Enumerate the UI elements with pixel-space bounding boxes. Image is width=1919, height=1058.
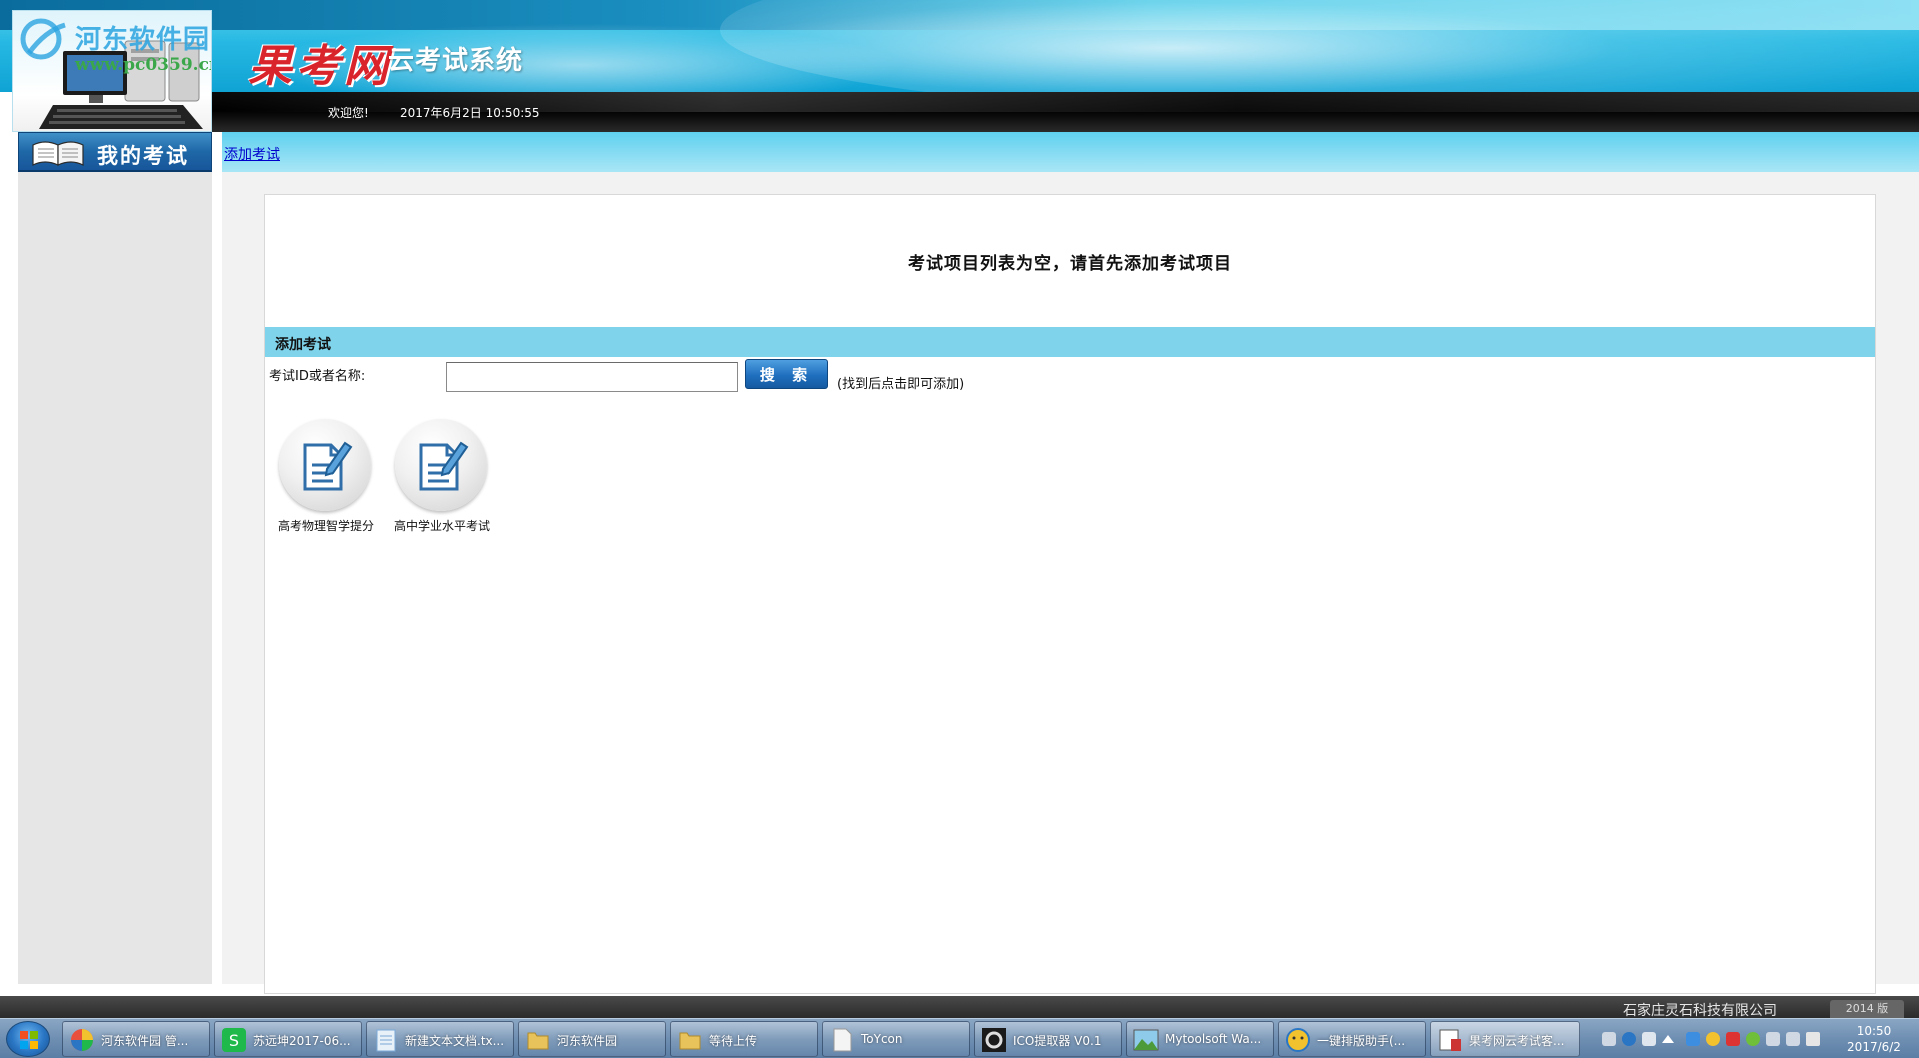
windows-logo-icon [20, 1031, 38, 1049]
taskbar-item[interactable]: ToYcon [822, 1021, 970, 1057]
network-icon[interactable] [1766, 1032, 1780, 1046]
help-icon[interactable] [1622, 1032, 1636, 1046]
content-panel: 考试项目列表为空，请首先添加考试项目 添加考试 考试ID或者名称: 搜 索 (找… [264, 194, 1876, 994]
taskbar-item[interactable]: 一键排版助手(... [1278, 1021, 1426, 1057]
watermark-url: www.pc0359.cn [75, 55, 212, 75]
color-wheel-icon [71, 1029, 93, 1051]
watermark-logo-icon [20, 18, 66, 60]
taskbar-item[interactable]: S 苏远坤2017-06... [214, 1021, 362, 1057]
brand-logo: 果考网 [248, 41, 392, 92]
taskbar-item[interactable]: 新建文本文档.tx... [366, 1021, 514, 1057]
document-edit-icon [303, 441, 353, 491]
monitor-icon[interactable] [1786, 1032, 1800, 1046]
header-computer-panel: 河东软件园 www.pc0359.cn [12, 10, 212, 132]
taskbar-item[interactable]: 河东软件园 管... [62, 1021, 210, 1057]
taskbar: 河东软件园 管... S 苏远坤2017-06... 新建文本文档.tx... … [0, 1018, 1919, 1058]
search-hint: (找到后点击即可添加) [837, 377, 965, 392]
info-bar: 欢迎您! 2017年6月2日 10:50:55 [212, 92, 1919, 132]
spreadsheet-s-icon: S [222, 1028, 246, 1052]
clock-date[interactable]: 2017/6/2 [1836, 1040, 1912, 1054]
exam-label: 高考物理智学提分 [277, 519, 374, 533]
taskbar-item[interactable]: 等待上传 [670, 1021, 818, 1057]
folder-icon [679, 1032, 701, 1050]
clock-time[interactable]: 10:50 [1836, 1024, 1912, 1038]
company-name: 石家庄灵石科技有限公司 [1623, 1003, 1777, 1019]
empty-list-message: 考试项目列表为空，请首先添加考试项目 [908, 254, 1232, 274]
taskbar-item[interactable]: 河东软件园 [518, 1021, 666, 1057]
svg-text:S: S [229, 1031, 239, 1050]
add-exam-section-title: 添加考试 [275, 337, 331, 353]
app-window: 河东软件园 www.pc0359.cn 果考网 云考试系统 欢迎您! 2017年… [0, 0, 1919, 1058]
status-bar: 石家庄灵石科技有限公司 2014 版 [0, 996, 1919, 1019]
notepad-icon [376, 1029, 396, 1052]
sidebar: 我的考试 [18, 132, 212, 984]
exam-app-icon [1439, 1029, 1461, 1051]
smiley-icon [1286, 1028, 1310, 1052]
taskbar-item-active[interactable]: 果考网云考试客... [1430, 1021, 1580, 1057]
open-book-icon [32, 141, 84, 166]
keyboard-icon[interactable] [1602, 1032, 1616, 1046]
add-exam-section-header: 添加考试 [265, 327, 1875, 357]
security-icon[interactable] [1726, 1032, 1740, 1046]
system-tray [1596, 1021, 1828, 1057]
pen-icon[interactable] [1642, 1032, 1656, 1046]
watermark-name: 河东软件园 [75, 25, 211, 55]
toolbar: 添加考试 [222, 132, 1919, 172]
shield-icon[interactable] [1686, 1032, 1700, 1046]
my-exams-button[interactable]: 我的考试 [18, 132, 212, 172]
exam-label: 高中学业水平考试 [393, 519, 490, 533]
my-exams-label: 我的考试 [97, 144, 189, 168]
volume-icon[interactable] [1806, 1032, 1820, 1046]
add-exam-link[interactable]: 添加考试 [224, 144, 280, 164]
version-badge: 2014 版 [1830, 1000, 1904, 1018]
show-hidden-icons-icon[interactable] [1662, 1035, 1674, 1043]
current-datetime: 2017年6月2日 10:50:55 [400, 106, 540, 120]
qq-icon[interactable] [1706, 1032, 1720, 1046]
header: 河东软件园 www.pc0359.cn 果考网 云考试系统 欢迎您! 2017年… [0, 0, 1919, 132]
taskbar-item[interactable]: ICO提取器 V0.1 [974, 1021, 1122, 1057]
document-edit-icon [419, 441, 469, 491]
start-button[interactable] [6, 1021, 50, 1057]
taskbar-item[interactable]: Mytoolsoft Wa... [1126, 1021, 1274, 1057]
brand-subtitle: 云考试系统 [388, 46, 524, 76]
exam-item[interactable]: 高中学业水平考试 [387, 419, 497, 535]
blank-document-icon [833, 1028, 852, 1052]
folder-icon [527, 1032, 549, 1050]
gear-icon [982, 1028, 1006, 1052]
exam-item[interactable]: 高考物理智学提分 [271, 419, 381, 535]
welcome-text: 欢迎您! [328, 106, 369, 120]
landscape-icon [1133, 1029, 1159, 1051]
exam-search-input[interactable] [446, 362, 738, 392]
green-app-icon[interactable] [1746, 1032, 1760, 1046]
search-button[interactable]: 搜 索 [745, 359, 828, 389]
search-label: 考试ID或者名称: [269, 369, 366, 384]
